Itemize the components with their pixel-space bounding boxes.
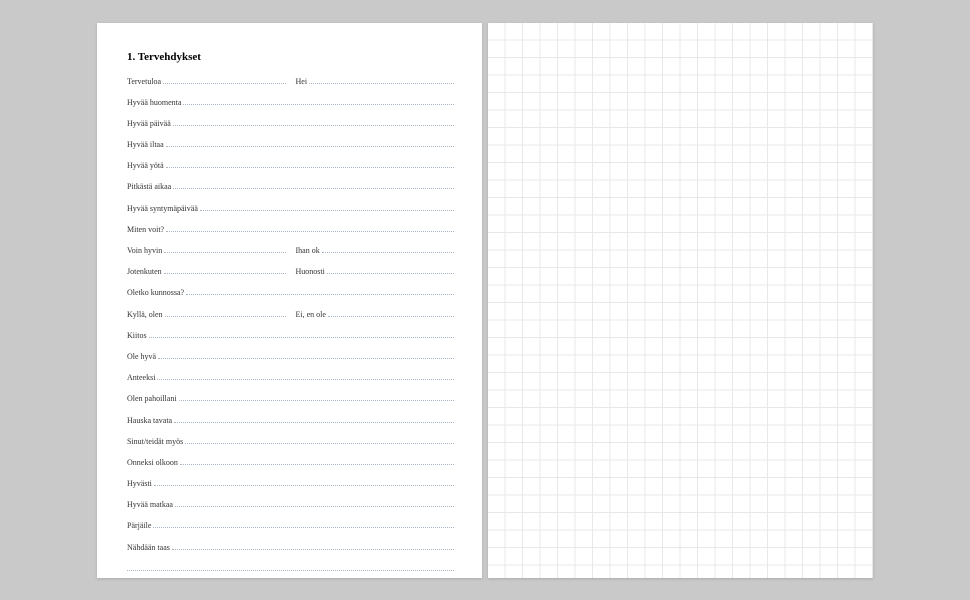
fill-line (166, 225, 454, 232)
vocab-row: Kiitos (127, 331, 454, 341)
fill-line (164, 246, 285, 253)
vocab-label: Kiitos (127, 331, 149, 340)
vocab-half-right: Ei, en ole (296, 310, 455, 319)
vocab-label: Anteeksi (127, 373, 157, 382)
vocab-row: Miten voit? (127, 225, 454, 235)
fill-line (175, 500, 454, 507)
vocab-label: Hyvää huomenta (127, 98, 183, 107)
vocab-half-right: Ihan ok (296, 246, 455, 255)
vocab-row: Hyvästi (127, 479, 454, 489)
fill-line (164, 267, 286, 274)
vocab-row: Pitkästä aikaa (127, 182, 454, 192)
vocab-label: Hyvää päivää (127, 119, 173, 128)
vocab-row: Hyvää matkaa (127, 500, 454, 510)
fill-line (327, 267, 454, 274)
vocab-row: Tervetuloa Hei (127, 77, 454, 87)
vocab-row: Sinut/teidät myös (127, 437, 454, 447)
vocab-row: Hauska tavata (127, 416, 454, 426)
fill-line (183, 98, 454, 105)
vocab-label: Ole hyvä (127, 352, 158, 361)
vocab-label: Huonosti (296, 267, 327, 276)
fill-line (186, 288, 454, 295)
vocab-row: Onneksi olkoon (127, 458, 454, 468)
vocab-row: Hyvää yötä (127, 161, 454, 171)
vocab-label: Onneksi olkoon (127, 458, 180, 467)
section-heading: 1. Tervehdykset (127, 51, 454, 63)
fill-line (309, 77, 454, 84)
vocab-half-right: Hei (296, 77, 455, 86)
vocab-row: Hyvää huomenta (127, 98, 454, 108)
vocab-half-left: Tervetuloa (127, 77, 286, 86)
vocab-row: Pärjäile (127, 521, 454, 531)
vocab-half-left: Jotenkuten (127, 267, 286, 276)
vocab-half-right: Huonosti (296, 267, 455, 276)
fill-line (127, 564, 454, 571)
fill-line (322, 246, 454, 253)
vocab-label: Hyvää syntymäpäivää (127, 204, 200, 213)
vocab-row: Hyvää iltaa (127, 140, 454, 150)
vocab-label: Oletko kunnossa? (127, 288, 186, 297)
vocab-row: Kyllä, olen Ei, en ole (127, 310, 454, 320)
fill-line (154, 479, 454, 486)
vocab-label: Pitkästä aikaa (127, 182, 173, 191)
vocabulary-list: Tervetuloa Hei Hyvää huomenta Hyvää päivää H… (127, 77, 454, 574)
right-page-grid (488, 23, 873, 578)
fill-line (185, 437, 454, 444)
fill-line (173, 182, 454, 189)
vocab-label: Hyvää yötä (127, 161, 166, 170)
vocab-label: Hei (296, 77, 310, 86)
vocab-half-left: Kyllä, olen (127, 310, 286, 319)
vocab-row: Hyvää syntymäpäivää (127, 204, 454, 214)
vocab-label: Olen pahoillani (127, 394, 179, 403)
vocab-label: Jotenkuten (127, 267, 164, 276)
fill-line (200, 204, 454, 211)
fill-line (163, 77, 285, 84)
vocab-row: Ole hyvä (127, 352, 454, 362)
vocab-row: Hyvää päivää (127, 119, 454, 129)
vocab-row (127, 564, 454, 574)
fill-line (179, 394, 454, 401)
vocab-row: Anteeksi (127, 373, 454, 383)
fill-line (158, 352, 454, 359)
vocab-half-left: Voin hyvin (127, 246, 286, 255)
fill-line (166, 140, 454, 147)
fill-line (172, 543, 454, 550)
vocab-label: Pärjäile (127, 521, 153, 530)
left-page: 1. Tervehdykset Tervetuloa Hei Hyvää huome… (97, 23, 482, 578)
vocab-row: Oletko kunnossa? (127, 288, 454, 298)
fill-line (157, 373, 454, 380)
fill-line (173, 119, 454, 126)
vocab-row: Voin hyvin Ihan ok (127, 246, 454, 256)
vocab-label: Tervetuloa (127, 77, 163, 86)
fill-line (165, 310, 286, 317)
vocab-label: Hauska tavata (127, 416, 174, 425)
vocab-label: Ei, en ole (296, 310, 328, 319)
vocab-label: Hyvästi (127, 479, 154, 488)
fill-line (166, 161, 454, 168)
vocab-label: Sinut/teidät myös (127, 437, 185, 446)
vocab-label: Voin hyvin (127, 246, 164, 255)
vocab-row: Olen pahoillani (127, 394, 454, 404)
vocab-label: Hyvää matkaa (127, 500, 175, 509)
fill-line (180, 458, 454, 465)
vocab-label: Nähdään taas (127, 543, 172, 552)
vocab-label: Hyvää iltaa (127, 140, 166, 149)
vocab-label: Ihan ok (296, 246, 322, 255)
fill-line (328, 310, 454, 317)
fill-line (174, 416, 454, 423)
fill-line (153, 521, 454, 528)
vocab-label: Miten voit? (127, 225, 166, 234)
vocab-row: Nähdään taas (127, 543, 454, 553)
page-spread: 1. Tervehdykset Tervetuloa Hei Hyvää huome… (97, 23, 873, 578)
vocab-label: Kyllä, olen (127, 310, 165, 319)
vocab-row: Jotenkuten Huonosti (127, 267, 454, 277)
fill-line (149, 331, 454, 338)
